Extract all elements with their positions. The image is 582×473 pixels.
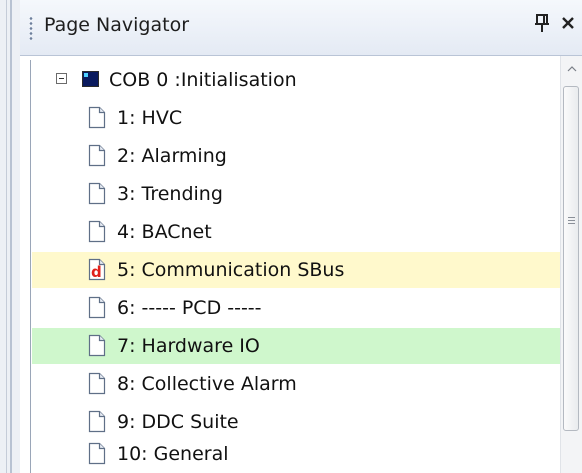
page-icon [88, 372, 106, 395]
cob-icon [82, 71, 99, 87]
page-icon [88, 144, 106, 167]
tree-item-page[interactable]: 1: HVC [32, 100, 560, 136]
tree-item-label: 7: Hardware IO [117, 335, 260, 357]
tree-item-page[interactable]: 3: Trending [32, 176, 560, 212]
page-navigator-panel: Page Navigator COB 0 :Initialisation 1: … [20, 0, 582, 473]
tree-item-page[interactable]: 9: DDC Suite [32, 404, 560, 440]
tree-node-label: COB 0 :Initialisation [109, 69, 297, 91]
tree-item-page[interactable]: 10: General [32, 436, 560, 472]
page-icon [88, 334, 106, 357]
tree-item-label: 3: Trending [117, 183, 223, 205]
page-icon [88, 442, 106, 465]
tree-item-label: 2: Alarming [117, 145, 227, 167]
page-tree: COB 0 :Initialisation 1: HVC 2: Alarming… [20, 56, 560, 473]
drag-grip-icon[interactable] [29, 16, 33, 42]
panel-title: Page Navigator [44, 14, 190, 36]
tree-item-label: 9: DDC Suite [117, 411, 239, 433]
tree-item-page-selected[interactable]: 7: Hardware IO [32, 328, 560, 364]
page-icon [88, 182, 106, 205]
tree-node-cob0[interactable]: COB 0 :Initialisation [32, 62, 560, 98]
panel-titlebar[interactable]: Page Navigator [20, 0, 582, 56]
scroll-up-arrow-icon[interactable] [561, 56, 582, 86]
vertical-scrollbar[interactable] [560, 56, 582, 473]
splitter-line [10, 0, 12, 473]
tree-item-page-highlighted[interactable]: d 5: Communication SBus [32, 252, 560, 288]
page-icon [88, 296, 106, 319]
d-page-icon: d [88, 258, 106, 281]
close-icon[interactable] [561, 12, 575, 42]
page-icon [88, 220, 106, 243]
tree-item-label: 4: BACnet [117, 221, 212, 243]
tree-item-label: 1: HVC [117, 107, 183, 129]
svg-text:d: d [91, 263, 102, 281]
page-icon [88, 410, 106, 433]
window-splitter[interactable] [0, 0, 20, 473]
tree-item-label: 5: Communication SBus [117, 259, 345, 281]
tree-item-label: 8: Collective Alarm [117, 373, 297, 395]
tree-item-page[interactable]: 6: ----- PCD ----- [32, 290, 560, 326]
scrollbar-thumb[interactable] [563, 86, 579, 431]
tree-item-page[interactable]: 2: Alarming [32, 138, 560, 174]
tree-item-page[interactable]: 8: Collective Alarm [32, 366, 560, 402]
splitter-line [6, 0, 7, 473]
tree-border [30, 60, 31, 473]
collapse-toggle-icon[interactable] [56, 73, 67, 84]
tree-item-label: 10: General [117, 443, 229, 465]
thumb-grip-icon [568, 217, 575, 226]
tree-item-page[interactable]: 4: BACnet [32, 214, 560, 250]
page-icon [88, 106, 106, 129]
tree-item-label: 6: ----- PCD ----- [117, 297, 262, 319]
pin-icon[interactable] [534, 12, 550, 40]
